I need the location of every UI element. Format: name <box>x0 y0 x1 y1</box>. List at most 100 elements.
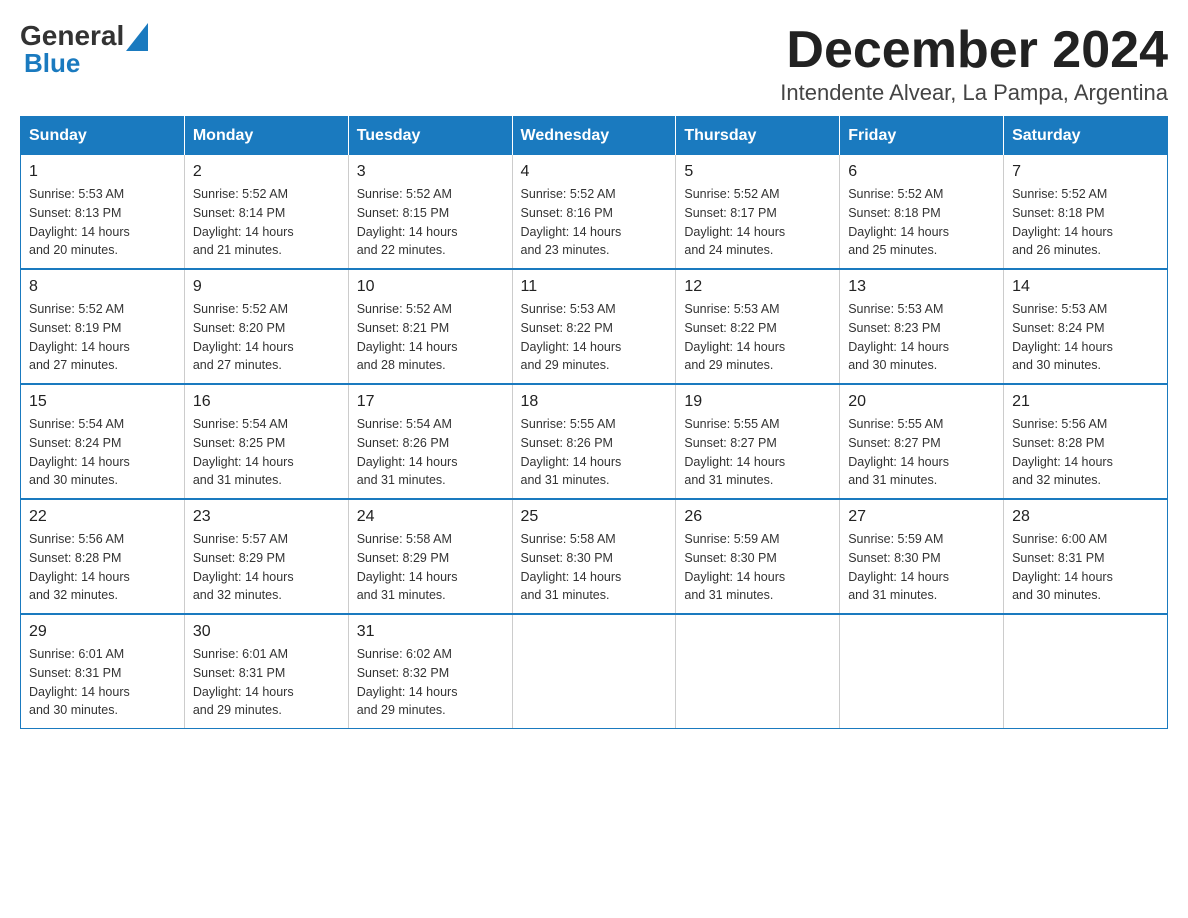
day-number: 13 <box>848 278 995 296</box>
calendar-cell: 9 Sunrise: 5:52 AM Sunset: 8:20 PM Dayli… <box>184 269 348 384</box>
title-block: December 2024 Intendente Alvear, La Pamp… <box>780 20 1168 106</box>
weekday-header-tuesday: Tuesday <box>348 117 512 156</box>
calendar-cell: 3 Sunrise: 5:52 AM Sunset: 8:15 PM Dayli… <box>348 155 512 269</box>
calendar-cell: 4 Sunrise: 5:52 AM Sunset: 8:16 PM Dayli… <box>512 155 676 269</box>
day-number: 17 <box>357 393 504 411</box>
day-info: Sunrise: 5:55 AM Sunset: 8:27 PM Dayligh… <box>848 415 995 490</box>
day-number: 5 <box>684 163 831 181</box>
day-info: Sunrise: 5:52 AM Sunset: 8:20 PM Dayligh… <box>193 300 340 375</box>
day-info: Sunrise: 5:54 AM Sunset: 8:24 PM Dayligh… <box>29 415 176 490</box>
calendar-cell: 26 Sunrise: 5:59 AM Sunset: 8:30 PM Dayl… <box>676 499 840 614</box>
day-info: Sunrise: 5:54 AM Sunset: 8:25 PM Dayligh… <box>193 415 340 490</box>
day-info: Sunrise: 5:52 AM Sunset: 8:21 PM Dayligh… <box>357 300 504 375</box>
day-info: Sunrise: 5:52 AM Sunset: 8:19 PM Dayligh… <box>29 300 176 375</box>
day-number: 18 <box>521 393 668 411</box>
weekday-header-friday: Friday <box>840 117 1004 156</box>
day-number: 4 <box>521 163 668 181</box>
day-info: Sunrise: 5:59 AM Sunset: 8:30 PM Dayligh… <box>684 530 831 605</box>
calendar-cell: 25 Sunrise: 5:58 AM Sunset: 8:30 PM Dayl… <box>512 499 676 614</box>
day-info: Sunrise: 5:58 AM Sunset: 8:29 PM Dayligh… <box>357 530 504 605</box>
day-number: 15 <box>29 393 176 411</box>
calendar-week-3: 15 Sunrise: 5:54 AM Sunset: 8:24 PM Dayl… <box>21 384 1168 499</box>
day-info: Sunrise: 5:52 AM Sunset: 8:14 PM Dayligh… <box>193 185 340 260</box>
calendar-cell: 21 Sunrise: 5:56 AM Sunset: 8:28 PM Dayl… <box>1004 384 1168 499</box>
calendar-cell: 2 Sunrise: 5:52 AM Sunset: 8:14 PM Dayli… <box>184 155 348 269</box>
logo-blue-text: Blue <box>24 48 80 79</box>
day-info: Sunrise: 5:52 AM Sunset: 8:15 PM Dayligh… <box>357 185 504 260</box>
calendar-cell: 29 Sunrise: 6:01 AM Sunset: 8:31 PM Dayl… <box>21 614 185 729</box>
calendar-cell: 12 Sunrise: 5:53 AM Sunset: 8:22 PM Dayl… <box>676 269 840 384</box>
weekday-header-sunday: Sunday <box>21 117 185 156</box>
weekday-header-thursday: Thursday <box>676 117 840 156</box>
calendar-week-2: 8 Sunrise: 5:52 AM Sunset: 8:19 PM Dayli… <box>21 269 1168 384</box>
calendar-cell: 13 Sunrise: 5:53 AM Sunset: 8:23 PM Dayl… <box>840 269 1004 384</box>
day-info: Sunrise: 5:59 AM Sunset: 8:30 PM Dayligh… <box>848 530 995 605</box>
day-number: 16 <box>193 393 340 411</box>
calendar-cell: 11 Sunrise: 5:53 AM Sunset: 8:22 PM Dayl… <box>512 269 676 384</box>
day-number: 20 <box>848 393 995 411</box>
calendar-cell: 14 Sunrise: 5:53 AM Sunset: 8:24 PM Dayl… <box>1004 269 1168 384</box>
calendar-cell: 28 Sunrise: 6:00 AM Sunset: 8:31 PM Dayl… <box>1004 499 1168 614</box>
day-number: 25 <box>521 508 668 526</box>
calendar-week-5: 29 Sunrise: 6:01 AM Sunset: 8:31 PM Dayl… <box>21 614 1168 729</box>
calendar-week-4: 22 Sunrise: 5:56 AM Sunset: 8:28 PM Dayl… <box>21 499 1168 614</box>
day-info: Sunrise: 5:55 AM Sunset: 8:26 PM Dayligh… <box>521 415 668 490</box>
day-info: Sunrise: 5:52 AM Sunset: 8:16 PM Dayligh… <box>521 185 668 260</box>
weekday-header-wednesday: Wednesday <box>512 117 676 156</box>
calendar-cell: 24 Sunrise: 5:58 AM Sunset: 8:29 PM Dayl… <box>348 499 512 614</box>
day-number: 21 <box>1012 393 1159 411</box>
logo-triangle-icon <box>126 23 148 51</box>
day-number: 8 <box>29 278 176 296</box>
calendar-cell <box>512 614 676 729</box>
day-info: Sunrise: 5:53 AM Sunset: 8:22 PM Dayligh… <box>684 300 831 375</box>
day-info: Sunrise: 5:56 AM Sunset: 8:28 PM Dayligh… <box>29 530 176 605</box>
calendar-cell <box>840 614 1004 729</box>
day-info: Sunrise: 6:00 AM Sunset: 8:31 PM Dayligh… <box>1012 530 1159 605</box>
day-number: 10 <box>357 278 504 296</box>
calendar-cell: 30 Sunrise: 6:01 AM Sunset: 8:31 PM Dayl… <box>184 614 348 729</box>
calendar-cell: 5 Sunrise: 5:52 AM Sunset: 8:17 PM Dayli… <box>676 155 840 269</box>
day-info: Sunrise: 5:52 AM Sunset: 8:18 PM Dayligh… <box>1012 185 1159 260</box>
day-number: 23 <box>193 508 340 526</box>
logo: General Blue <box>20 20 148 79</box>
day-number: 1 <box>29 163 176 181</box>
day-number: 11 <box>521 278 668 296</box>
day-number: 3 <box>357 163 504 181</box>
calendar-cell: 17 Sunrise: 5:54 AM Sunset: 8:26 PM Dayl… <box>348 384 512 499</box>
page-subtitle: Intendente Alvear, La Pampa, Argentina <box>780 80 1168 106</box>
day-number: 26 <box>684 508 831 526</box>
day-number: 30 <box>193 623 340 641</box>
calendar-cell: 23 Sunrise: 5:57 AM Sunset: 8:29 PM Dayl… <box>184 499 348 614</box>
calendar-cell: 16 Sunrise: 5:54 AM Sunset: 8:25 PM Dayl… <box>184 384 348 499</box>
day-number: 19 <box>684 393 831 411</box>
day-info: Sunrise: 6:01 AM Sunset: 8:31 PM Dayligh… <box>29 645 176 720</box>
calendar-cell: 8 Sunrise: 5:52 AM Sunset: 8:19 PM Dayli… <box>21 269 185 384</box>
day-info: Sunrise: 5:54 AM Sunset: 8:26 PM Dayligh… <box>357 415 504 490</box>
day-info: Sunrise: 5:52 AM Sunset: 8:17 PM Dayligh… <box>684 185 831 260</box>
calendar-cell: 18 Sunrise: 5:55 AM Sunset: 8:26 PM Dayl… <box>512 384 676 499</box>
calendar-cell: 7 Sunrise: 5:52 AM Sunset: 8:18 PM Dayli… <box>1004 155 1168 269</box>
calendar-cell: 6 Sunrise: 5:52 AM Sunset: 8:18 PM Dayli… <box>840 155 1004 269</box>
weekday-header-monday: Monday <box>184 117 348 156</box>
day-info: Sunrise: 5:53 AM Sunset: 8:24 PM Dayligh… <box>1012 300 1159 375</box>
calendar-cell: 15 Sunrise: 5:54 AM Sunset: 8:24 PM Dayl… <box>21 384 185 499</box>
calendar-cell: 19 Sunrise: 5:55 AM Sunset: 8:27 PM Dayl… <box>676 384 840 499</box>
calendar-cell <box>676 614 840 729</box>
weekday-header-saturday: Saturday <box>1004 117 1168 156</box>
day-number: 9 <box>193 278 340 296</box>
day-number: 6 <box>848 163 995 181</box>
page-header: General Blue December 2024 Intendente Al… <box>20 20 1168 106</box>
calendar-cell: 20 Sunrise: 5:55 AM Sunset: 8:27 PM Dayl… <box>840 384 1004 499</box>
calendar-cell: 22 Sunrise: 5:56 AM Sunset: 8:28 PM Dayl… <box>21 499 185 614</box>
day-info: Sunrise: 5:57 AM Sunset: 8:29 PM Dayligh… <box>193 530 340 605</box>
day-number: 29 <box>29 623 176 641</box>
day-info: Sunrise: 5:56 AM Sunset: 8:28 PM Dayligh… <box>1012 415 1159 490</box>
calendar-cell: 31 Sunrise: 6:02 AM Sunset: 8:32 PM Dayl… <box>348 614 512 729</box>
calendar-cell: 10 Sunrise: 5:52 AM Sunset: 8:21 PM Dayl… <box>348 269 512 384</box>
day-number: 2 <box>193 163 340 181</box>
day-number: 28 <box>1012 508 1159 526</box>
day-info: Sunrise: 6:01 AM Sunset: 8:31 PM Dayligh… <box>193 645 340 720</box>
day-number: 7 <box>1012 163 1159 181</box>
day-number: 24 <box>357 508 504 526</box>
page-title: December 2024 <box>780 20 1168 80</box>
